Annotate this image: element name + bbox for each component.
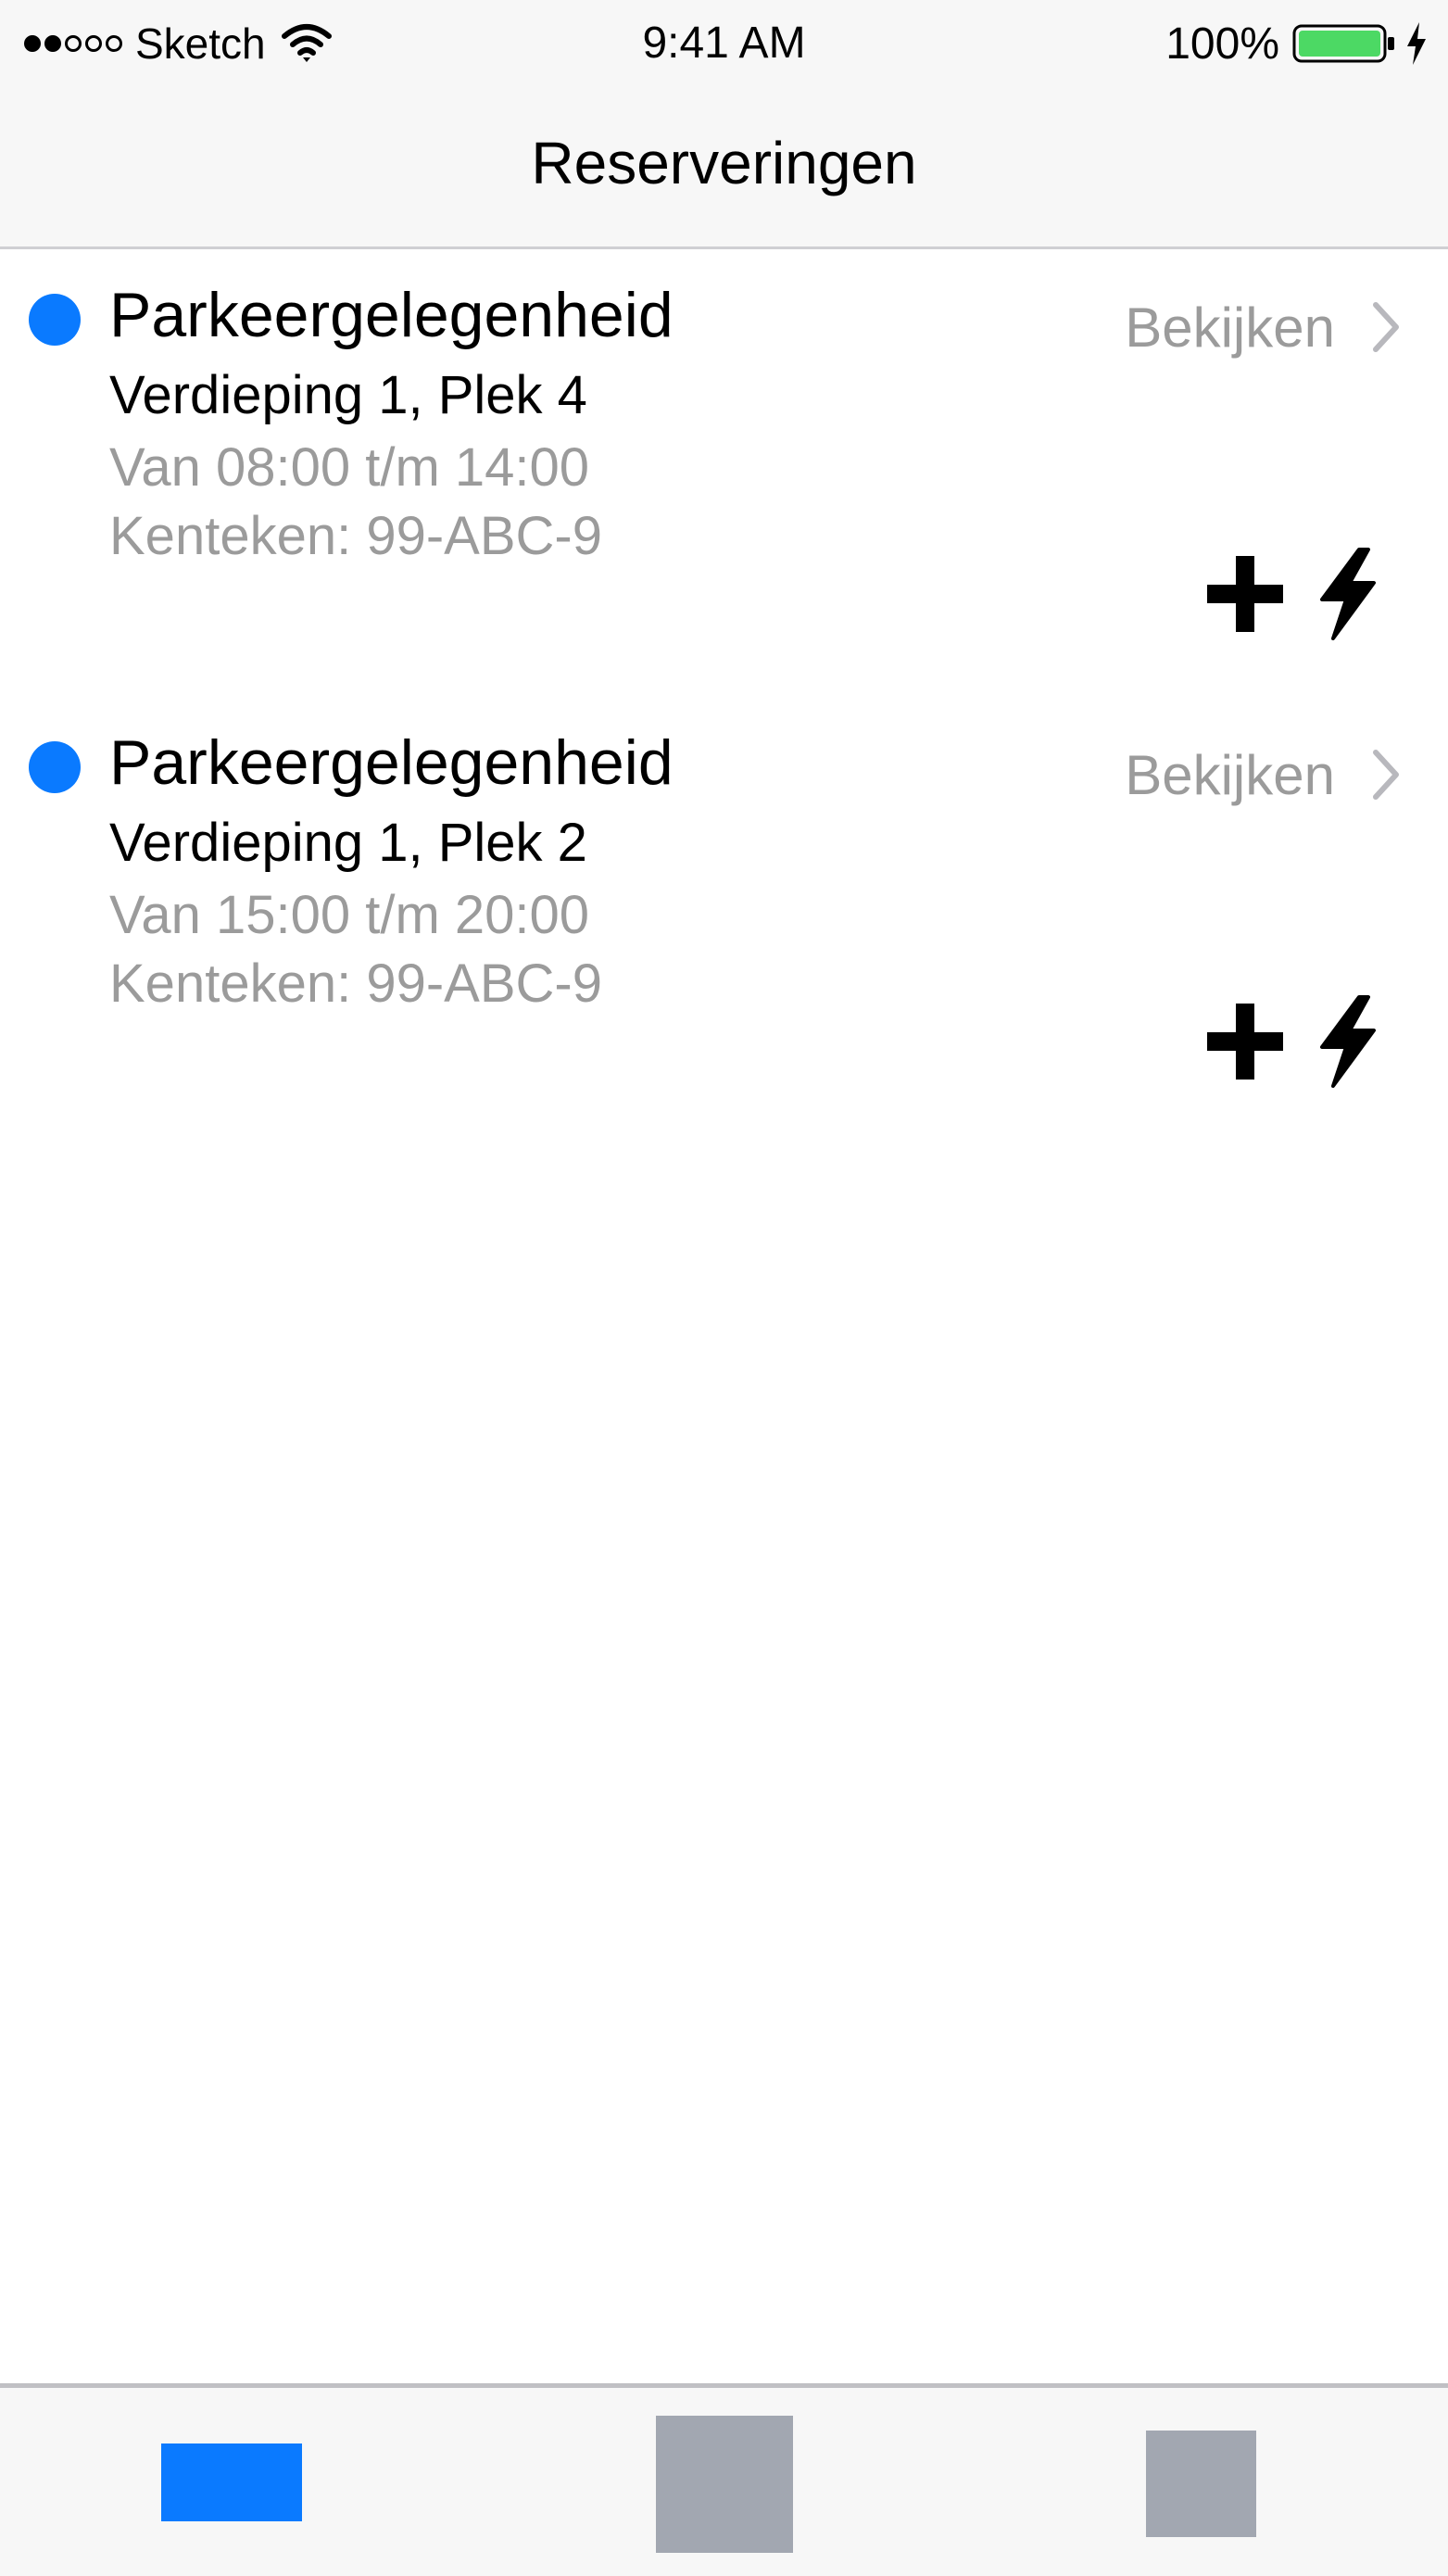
reservation-item: Parkeergelegenheid Verdieping 1, Plek 2 …	[0, 697, 1448, 1144]
battery-percentage: 100%	[1165, 19, 1279, 69]
reservation-actions	[1205, 995, 1381, 1088]
reservation-location: Verdieping 1, Plek 4	[109, 365, 587, 425]
view-reservation-link[interactable]: Bekijken	[1125, 738, 1400, 812]
view-reservation-link[interactable]: Bekijken	[1125, 290, 1400, 364]
reservation-plate: Kenteken: 99-ABC-9	[109, 506, 602, 566]
reservations-screen: Sketch 9:41 AM 100% Reserveringen Parkee…	[0, 0, 1448, 2576]
reservation-time: Van 08:00 t/m 14:00	[109, 437, 590, 498]
plus-icon[interactable]	[1205, 554, 1285, 634]
reservation-item: Parkeergelegenheid Verdieping 1, Plek 4 …	[0, 249, 1448, 697]
reservation-list: Parkeergelegenheid Verdieping 1, Plek 4 …	[0, 249, 1448, 1144]
reservation-time: Van 15:00 t/m 20:00	[109, 885, 590, 945]
tab-bar	[0, 2383, 1448, 2576]
status-right: 100%	[1165, 15, 1428, 72]
reservation-title: Parkeergelegenheid	[109, 727, 674, 798]
chevron-right-icon	[1373, 302, 1399, 352]
reservation-location: Verdieping 1, Plek 2	[109, 813, 587, 873]
plus-icon[interactable]	[1205, 1002, 1285, 1081]
page-title: Reserveringen	[531, 130, 917, 196]
reservation-title: Parkeergelegenheid	[109, 280, 674, 350]
top-bar: Sketch 9:41 AM 100% Reserveringen	[0, 0, 1448, 249]
reservation-actions	[1205, 548, 1381, 640]
status-indicator	[29, 294, 81, 346]
status-indicator	[29, 741, 81, 793]
battery-icon	[1292, 24, 1394, 63]
view-link-label: Bekijken	[1125, 296, 1335, 359]
reservation-plate: Kenteken: 99-ABC-9	[109, 953, 602, 1014]
bolt-icon[interactable]	[1313, 995, 1381, 1088]
tab-2[interactable]	[656, 2416, 793, 2553]
view-link-label: Bekijken	[1125, 743, 1335, 806]
bolt-icon[interactable]	[1313, 548, 1381, 640]
chevron-right-icon	[1373, 750, 1399, 800]
tab-3[interactable]	[1146, 2431, 1256, 2537]
tab-1[interactable]	[161, 2443, 302, 2521]
charging-icon	[1407, 22, 1426, 65]
